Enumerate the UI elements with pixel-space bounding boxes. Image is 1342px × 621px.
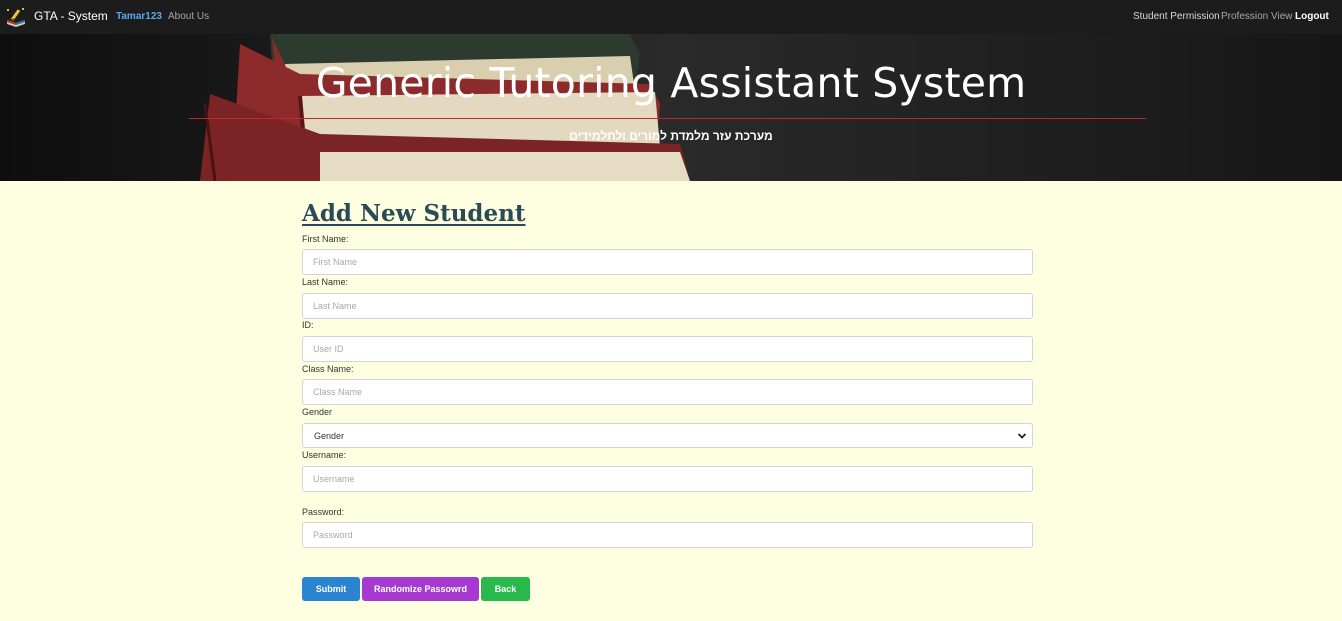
- password-label: Password:: [302, 507, 345, 517]
- gender-select[interactable]: Gender: [302, 423, 1033, 448]
- last-name-label: Last Name:: [302, 277, 349, 287]
- class-name-label: Class Name:: [302, 364, 354, 374]
- nav-profession-view-link[interactable]: Profession View: [1221, 11, 1293, 22]
- randomize-password-button[interactable]: Randomize Passowrd: [362, 577, 479, 601]
- username-label: Username:: [302, 450, 347, 460]
- chevron-down-icon: [1017, 433, 1027, 439]
- book-pencil-icon: [7, 8, 25, 27]
- user-id-input[interactable]: [302, 336, 1033, 362]
- hero-divider: [189, 118, 1146, 119]
- username-input[interactable]: [302, 466, 1033, 492]
- books-background: [0, 34, 1342, 181]
- brand[interactable]: GTA - System: [5, 6, 108, 28]
- password-input[interactable]: [302, 522, 1033, 548]
- nav-student-permission-link[interactable]: Student Permission: [1133, 11, 1220, 22]
- back-button[interactable]: Back: [481, 577, 530, 601]
- class-name-input[interactable]: [302, 379, 1033, 405]
- gender-select-value: Gender: [314, 431, 345, 441]
- navbar: GTA - System Tamar123 About Us Student P…: [0, 0, 1342, 34]
- gender-label: Gender: [302, 407, 333, 417]
- hero-title: Generic Tutoring Assistant System: [315, 59, 1027, 107]
- nav-about-link[interactable]: About Us: [168, 11, 209, 22]
- first-name-input[interactable]: [302, 249, 1033, 275]
- id-label: ID:: [302, 320, 314, 330]
- first-name-label: First Name:: [302, 234, 349, 244]
- form-title: Add New Student: [302, 200, 526, 227]
- brand-text: GTA - System: [34, 9, 108, 23]
- nav-logout-link[interactable]: Logout: [1295, 11, 1329, 22]
- hero-subtitle: מערכת עזר מלמדת למורים ולתלמידים: [569, 129, 773, 143]
- submit-button[interactable]: Submit: [302, 577, 360, 601]
- nav-user-link[interactable]: Tamar123: [116, 11, 162, 22]
- last-name-input[interactable]: [302, 293, 1033, 319]
- hero-banner: Generic Tutoring Assistant System מערכת …: [0, 34, 1342, 181]
